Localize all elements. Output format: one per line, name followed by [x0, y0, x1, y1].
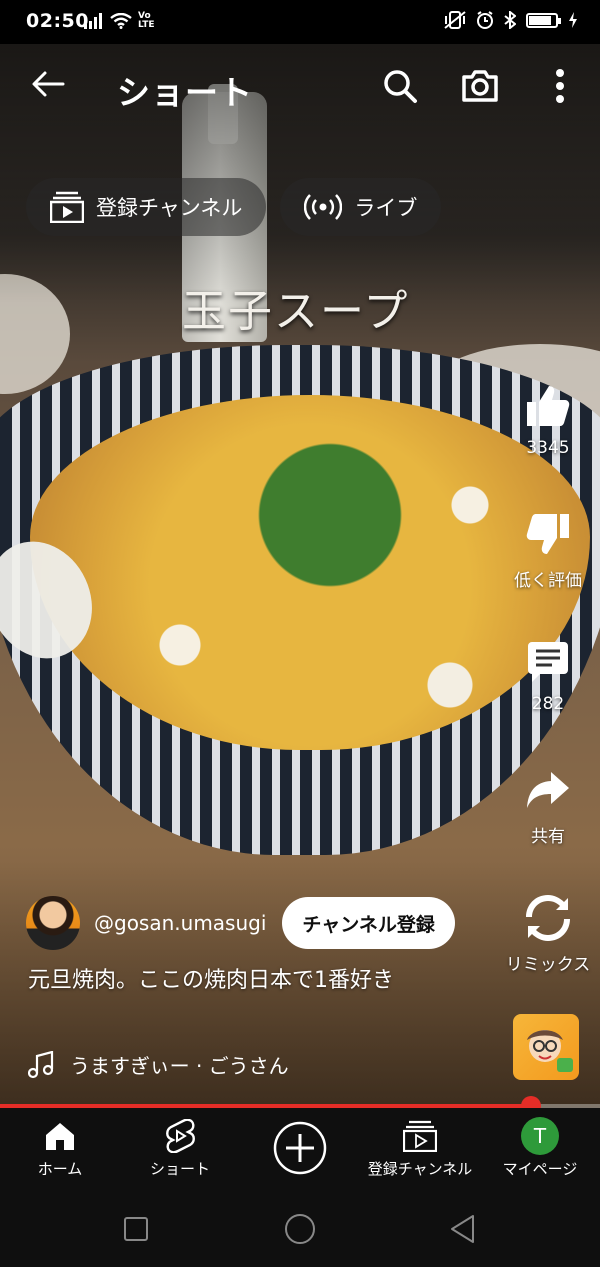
channel-row: @gosan.umasugi チャンネル登録 — [26, 896, 455, 950]
comment-count: 282 — [531, 694, 565, 714]
status-time: 02:50 — [26, 10, 89, 32]
nav-label: ホーム — [37, 1160, 83, 1178]
camera-button[interactable] — [458, 64, 502, 108]
thumbs-up-icon — [527, 386, 570, 426]
channel-avatar[interactable] — [26, 896, 80, 950]
music-row[interactable]: うますぎぃー · ごうさん — [28, 1050, 289, 1079]
home-system-button[interactable] — [283, 1212, 317, 1246]
search-button[interactable] — [378, 64, 422, 108]
recents-button[interactable] — [119, 1212, 153, 1246]
status-right-icons — [444, 11, 578, 29]
charging-icon — [569, 12, 577, 28]
comments-button[interactable]: 282 — [496, 636, 600, 714]
nav-my-page[interactable]: T マイページ — [480, 1116, 600, 1179]
search-icon — [384, 70, 417, 103]
nav-label: 登録チャンネル — [367, 1160, 473, 1178]
nav-shorts[interactable]: ショート — [120, 1116, 240, 1179]
back-arrow-icon — [32, 71, 65, 97]
nav-create[interactable] — [240, 1118, 360, 1178]
nav-subscriptions[interactable]: 登録チャンネル — [360, 1116, 480, 1179]
back-triangle-icon — [451, 1215, 474, 1243]
bottom-navigation: ホーム ショート 登録チャンネル T マイページ — [0, 1108, 600, 1190]
channel-handle[interactable]: @gosan.umasugi — [94, 911, 266, 935]
camera-icon — [462, 70, 498, 102]
home-circle-icon — [285, 1214, 315, 1244]
more-options-button[interactable] — [538, 64, 582, 108]
wifi-icon — [110, 13, 132, 29]
status-bar: 02:50 Vo LTE — [0, 0, 600, 44]
thumbs-down-icon — [526, 514, 569, 554]
remix-icon — [526, 895, 570, 941]
share-icon — [527, 772, 569, 808]
chip-live[interactable]: ライブ — [280, 178, 442, 236]
volte-icon: Vo LTE — [138, 11, 155, 30]
remix-label: リミックス — [505, 955, 591, 975]
dislike-label: 低く評価 — [514, 571, 582, 591]
share-label: 共有 — [531, 827, 565, 847]
nav-label: マイページ — [502, 1160, 578, 1178]
comment-icon — [528, 642, 568, 682]
recents-square-icon — [124, 1217, 148, 1241]
more-vert-icon — [556, 69, 564, 103]
status-left-icons: Vo LTE — [84, 12, 155, 30]
subscribe-button[interactable]: チャンネル登録 — [282, 897, 455, 949]
video-overlay-caption: 玉子スープ — [182, 286, 410, 337]
back-button[interactable] — [28, 64, 68, 104]
chip-label: 登録チャンネル — [96, 196, 243, 220]
live-icon — [304, 194, 343, 220]
music-label: うますぎぃー · ごうさん — [70, 1054, 289, 1078]
home-icon — [46, 1123, 74, 1150]
share-button[interactable]: 共有 — [496, 764, 600, 847]
channel-mascot-icon — [527, 1030, 573, 1072]
like-button[interactable]: 3345 — [496, 380, 600, 458]
vibrate-icon — [444, 11, 466, 29]
avatar: T — [521, 1117, 559, 1155]
audio-source-thumbnail[interactable] — [513, 1014, 579, 1080]
system-navigation-bar — [0, 1190, 600, 1267]
back-system-button[interactable] — [446, 1212, 480, 1246]
subscriptions-icon — [50, 191, 84, 223]
video-title[interactable]: 元旦焼肉。ここの焼肉日本で1番好き — [28, 966, 478, 996]
alarm-icon — [477, 11, 493, 29]
shorts-icon — [166, 1119, 195, 1153]
music-note-icon — [28, 1050, 54, 1078]
remix-button[interactable]: リミックス — [496, 892, 600, 975]
feed-chips: 登録チャンネル ライブ — [26, 178, 442, 236]
signal-icon — [84, 13, 102, 29]
chip-label: ライブ — [354, 196, 418, 220]
top-app-bar: ショート — [0, 44, 600, 128]
battery-icon — [526, 12, 561, 28]
nav-home[interactable]: ホーム — [0, 1116, 120, 1179]
shorts-screen: 02:50 Vo LTE ショート 登録チャンネル ライブ 玉子スープ 3345… — [0, 0, 600, 1267]
dislike-button[interactable]: 低く評価 — [496, 508, 600, 591]
chip-subscriptions[interactable]: 登録チャンネル — [26, 178, 267, 236]
bluetooth-icon — [504, 11, 516, 29]
like-count: 3345 — [526, 438, 570, 458]
page-title: ショート — [117, 73, 253, 112]
nav-label: ショート — [149, 1160, 210, 1178]
create-plus-icon — [273, 1121, 327, 1175]
subscriptions-icon — [403, 1120, 437, 1152]
